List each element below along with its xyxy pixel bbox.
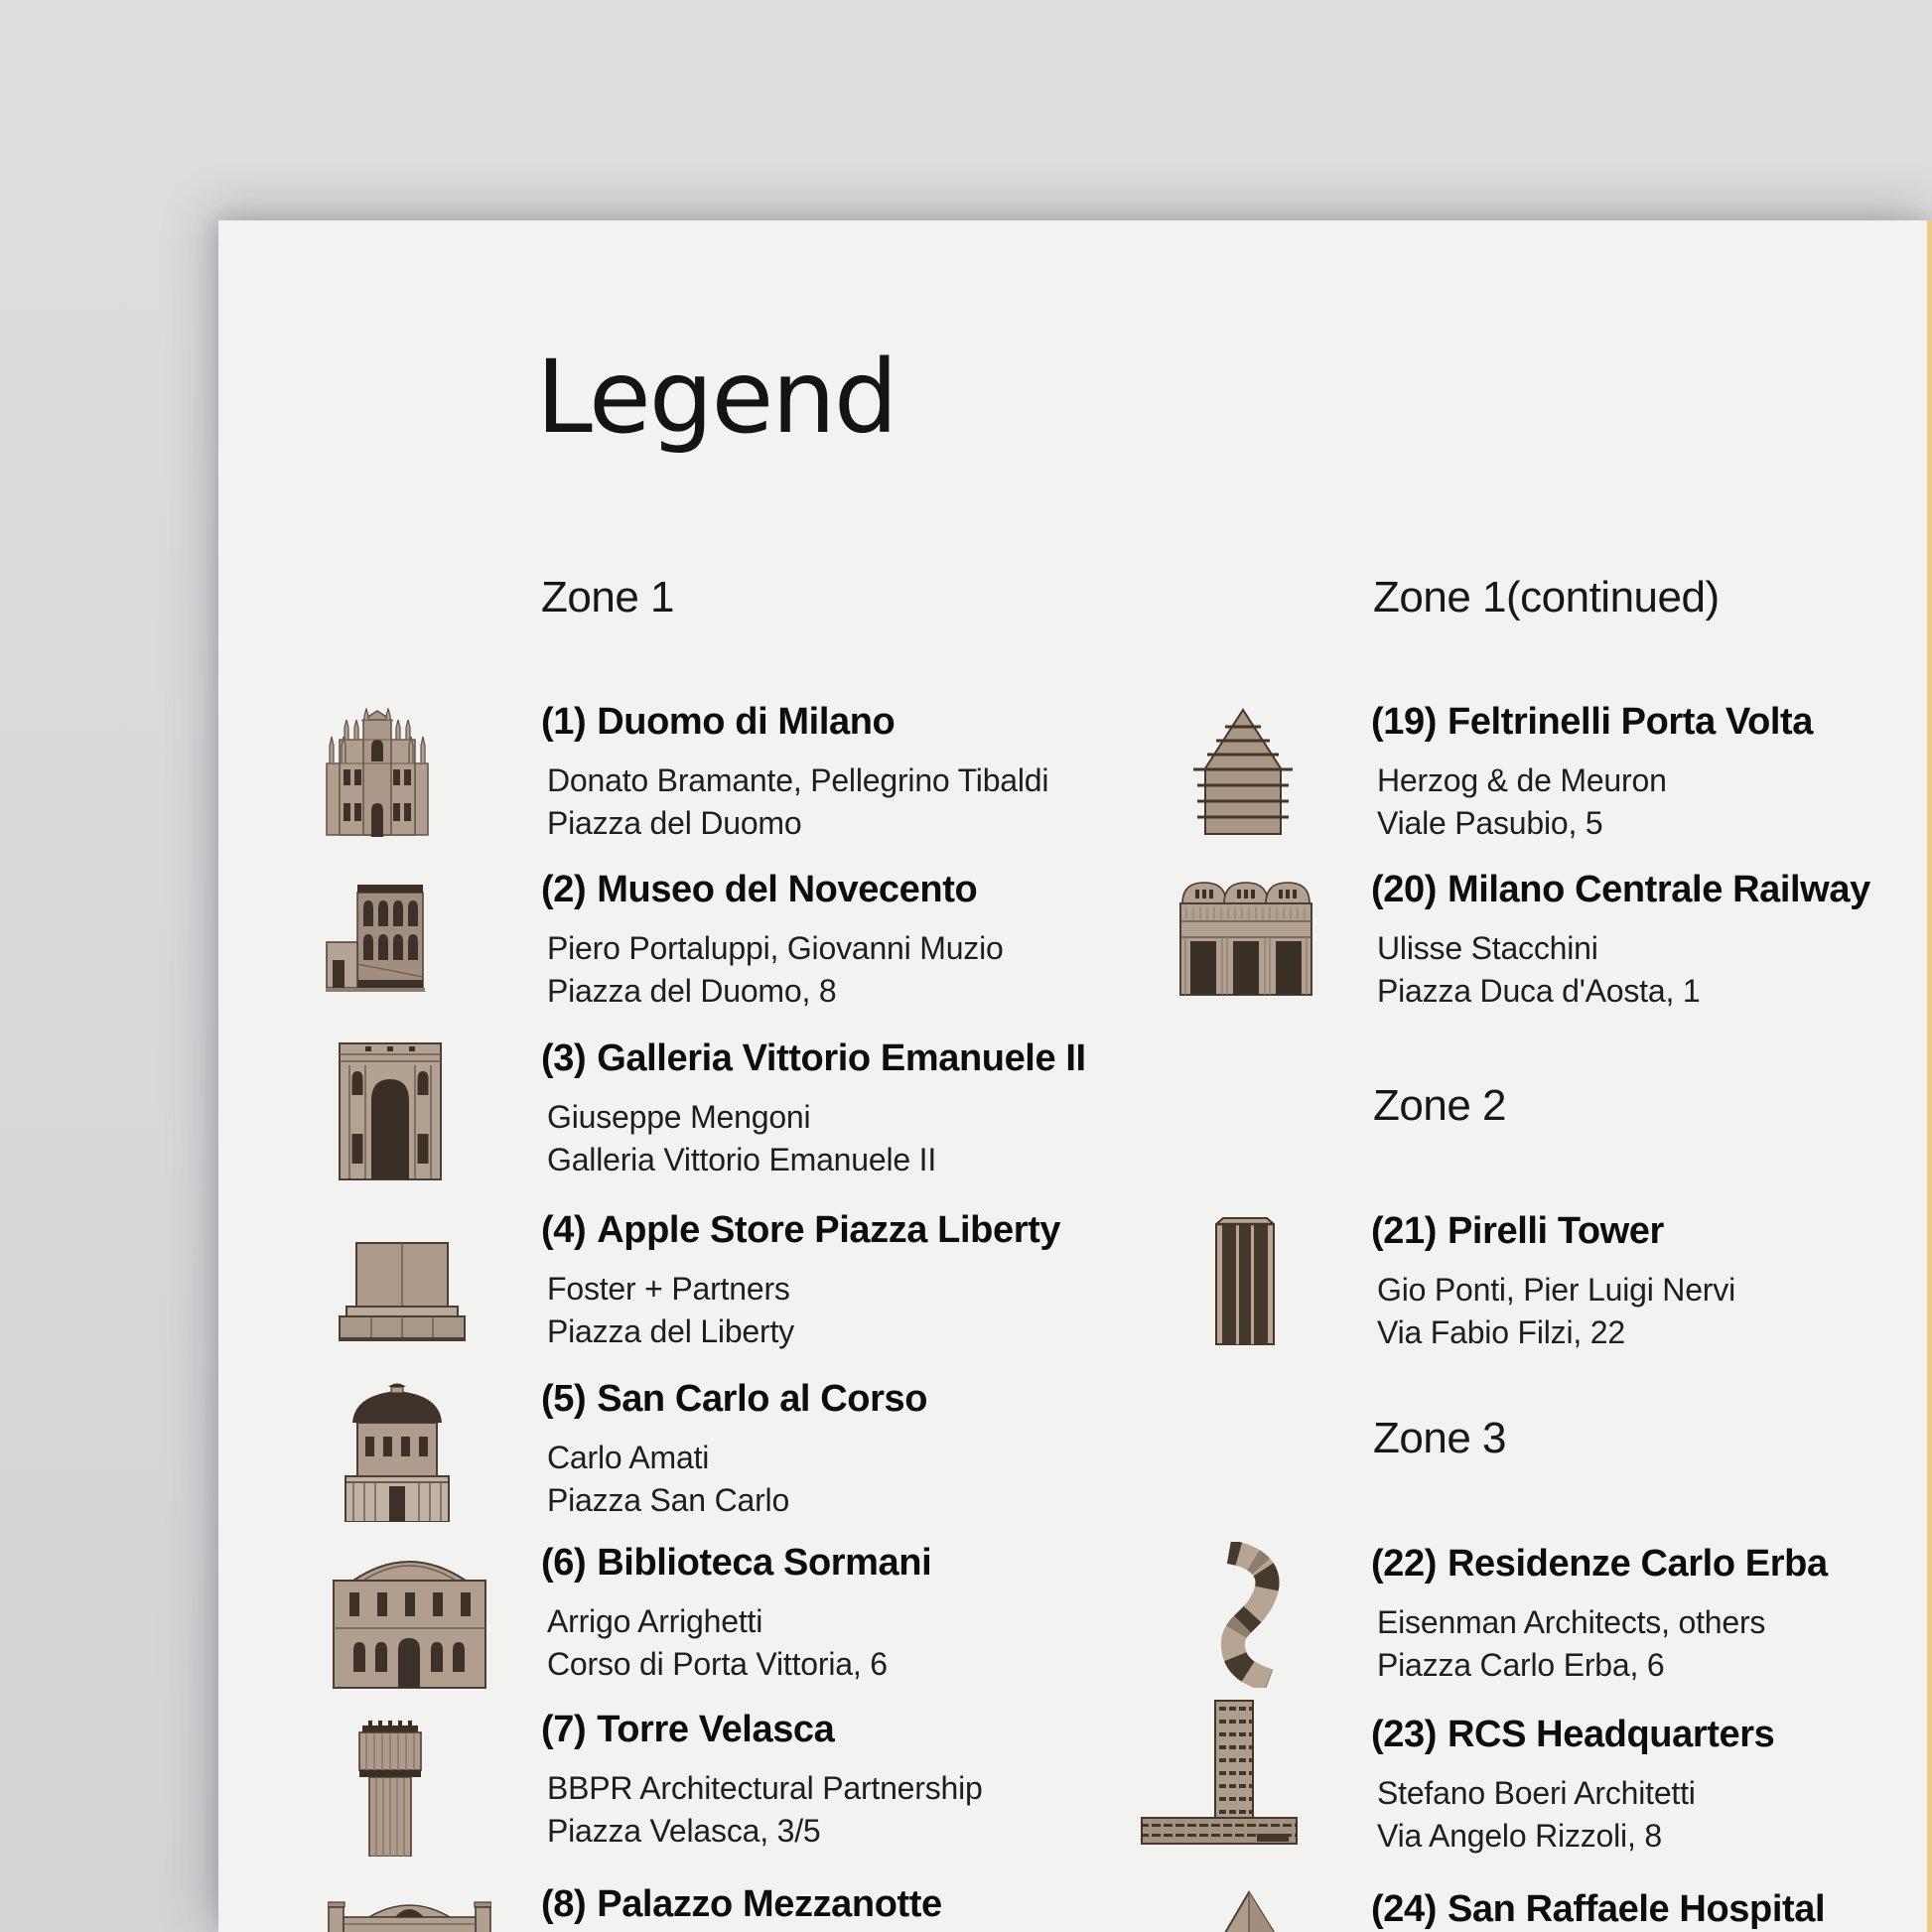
- entry-architects: Donato Bramante, Pellegrino Tibaldi: [547, 759, 1048, 802]
- entry-architects: Giuseppe Mengoni: [547, 1096, 936, 1139]
- zone-heading-1: Zone 1: [541, 576, 674, 620]
- entry-architects: BBPR Architectural Partnership: [547, 1767, 983, 1810]
- residenze-carlo-erba-icon: [1201, 1542, 1296, 1688]
- entry-title: (22)Residenze Carlo Erba: [1371, 1545, 1828, 1583]
- entry-address: Piazza Velasca, 3/5: [547, 1810, 983, 1853]
- entry-title: (19)Feltrinelli Porta Volta: [1371, 703, 1813, 741]
- entry-details: BBPR Architectural Partnership Piazza Ve…: [547, 1767, 983, 1853]
- entry-details: Ulisse Stacchini Piazza Duca d'Aosta, 1: [1377, 927, 1700, 1013]
- entry-title: (3)Galleria Vittorio Emanuele II: [541, 1039, 1086, 1077]
- entry-architects: Foster + Partners: [547, 1268, 794, 1311]
- entry-title: (21)Pirelli Tower: [1371, 1212, 1664, 1250]
- screenshot-stage: Legend Zone 1 Zone 1(continued) Zone 2 Z…: [0, 0, 1932, 1932]
- entry-details: Arrigo Arrighetti Corso di Porta Vittori…: [547, 1600, 888, 1686]
- milano-centrale-railway-icon: [1176, 878, 1315, 997]
- entry-architects: Eisenman Architects, others: [1377, 1601, 1765, 1644]
- entry-details: Stefano Boeri Architetti Via Angelo Rizz…: [1377, 1772, 1696, 1858]
- entry-address: Corso di Porta Vittoria, 6: [547, 1643, 888, 1686]
- entry-address: Piazza del Duomo: [547, 802, 1048, 845]
- entry-details: Herzog & de Meuron Viale Pasubio, 5: [1377, 759, 1667, 845]
- entry-address: Viale Pasubio, 5: [1377, 802, 1667, 845]
- entry-title: (24)San Raffaele Hospital: [1371, 1890, 1825, 1928]
- entry-architects: Stefano Boeri Architetti: [1377, 1772, 1696, 1815]
- entry-title: (5)San Carlo al Corso: [541, 1380, 927, 1418]
- entry-architects: Herzog & de Meuron: [1377, 759, 1667, 802]
- entry-title: (6)Biblioteca Sormani: [541, 1544, 931, 1582]
- entry-title: (23)RCS Headquarters: [1371, 1716, 1774, 1753]
- entry-address: Piazza Carlo Erba, 6: [1377, 1644, 1765, 1687]
- entry-address: Via Angelo Rizzoli, 8: [1377, 1815, 1696, 1858]
- san-carlo-al-corso-icon: [333, 1381, 462, 1522]
- biblioteca-sormani-icon: [328, 1549, 491, 1690]
- entry-title: (2)Museo del Novecento: [541, 871, 977, 908]
- entry-details: Giuseppe Mengoni Galleria Vittorio Emanu…: [547, 1096, 936, 1181]
- apple-store-piazza-liberty-icon: [338, 1237, 467, 1344]
- museo-del-novecento-icon: [326, 885, 425, 996]
- entry-address: Piazza San Carlo: [547, 1479, 789, 1522]
- entry-title: (7)Torre Velasca: [541, 1711, 834, 1748]
- entry-architects: Arrigo Arrighetti: [547, 1600, 888, 1643]
- page-title: Legend: [536, 347, 897, 449]
- rcs-headquarters-icon: [1140, 1699, 1299, 1846]
- pirelli-tower-icon: [1206, 1215, 1284, 1346]
- entry-address: Piazza del Liberty: [547, 1311, 794, 1353]
- san-raffaele-hospital-icon: [1207, 1890, 1302, 1932]
- entry-architects: Gio Ponti, Pier Luigi Nervi: [1377, 1269, 1735, 1311]
- entry-architects: Carlo Amati: [547, 1437, 789, 1479]
- galleria-vittorio-emanuele-icon: [336, 1039, 445, 1181]
- entry-details: Foster + Partners Piazza del Liberty: [547, 1268, 794, 1353]
- entry-architects: Piero Portaluppi, Giovanni Muzio: [547, 927, 1004, 970]
- palazzo-mezzanotte-icon: [328, 1893, 491, 1932]
- zone-heading-1-continued: Zone 1(continued): [1373, 576, 1720, 620]
- feltrinelli-porta-volta-icon: [1193, 707, 1293, 836]
- entry-address: Galleria Vittorio Emanuele II: [547, 1139, 936, 1181]
- entry-title: (20)Milano Centrale Railway: [1371, 871, 1870, 908]
- zone-heading-3: Zone 3: [1373, 1417, 1506, 1460]
- entry-address: Via Fabio Filzi, 22: [1377, 1311, 1735, 1354]
- entry-details: Carlo Amati Piazza San Carlo: [547, 1437, 789, 1522]
- entry-architects: Ulisse Stacchini: [1377, 927, 1700, 970]
- entry-details: Gio Ponti, Pier Luigi Nervi Via Fabio Fi…: [1377, 1269, 1735, 1354]
- zone-heading-2: Zone 2: [1373, 1084, 1506, 1128]
- entry-title: (1)Duomo di Milano: [541, 703, 895, 741]
- entry-title: (8)Palazzo Mezzanotte: [541, 1885, 942, 1923]
- entry-title: (4)Apple Store Piazza Liberty: [541, 1211, 1060, 1249]
- entry-details: Donato Bramante, Pellegrino Tibaldi Piaz…: [547, 759, 1048, 845]
- torre-velasca-icon: [352, 1721, 428, 1857]
- entry-address: Piazza Duca d'Aosta, 1: [1377, 970, 1700, 1013]
- entry-details: Eisenman Architects, others Piazza Carlo…: [1377, 1601, 1765, 1687]
- entry-address: Piazza del Duomo, 8: [547, 970, 1004, 1013]
- entry-details: Piero Portaluppi, Giovanni Muzio Piazza …: [547, 927, 1004, 1013]
- map-edge-strip: [1927, 220, 1932, 1932]
- duomo-di-milano-icon: [325, 708, 430, 837]
